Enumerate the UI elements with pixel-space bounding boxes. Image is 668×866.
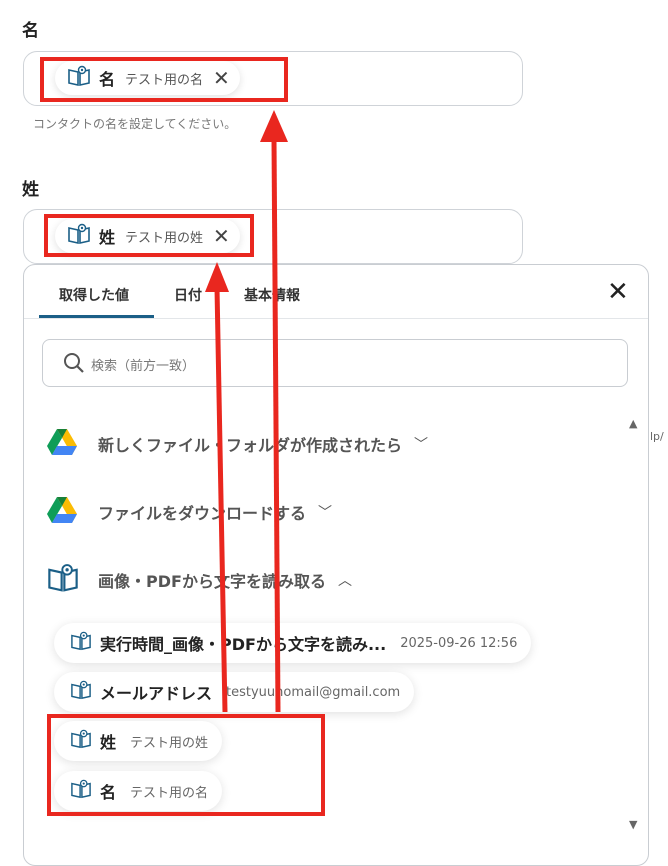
arrow-head-first-name bbox=[260, 110, 288, 142]
arrow-line-to-first-name bbox=[271, 139, 281, 713]
arrow-line-to-last-name bbox=[214, 287, 228, 713]
arrow-head-last-name bbox=[205, 262, 229, 292]
annotation-arrows bbox=[205, 110, 288, 713]
